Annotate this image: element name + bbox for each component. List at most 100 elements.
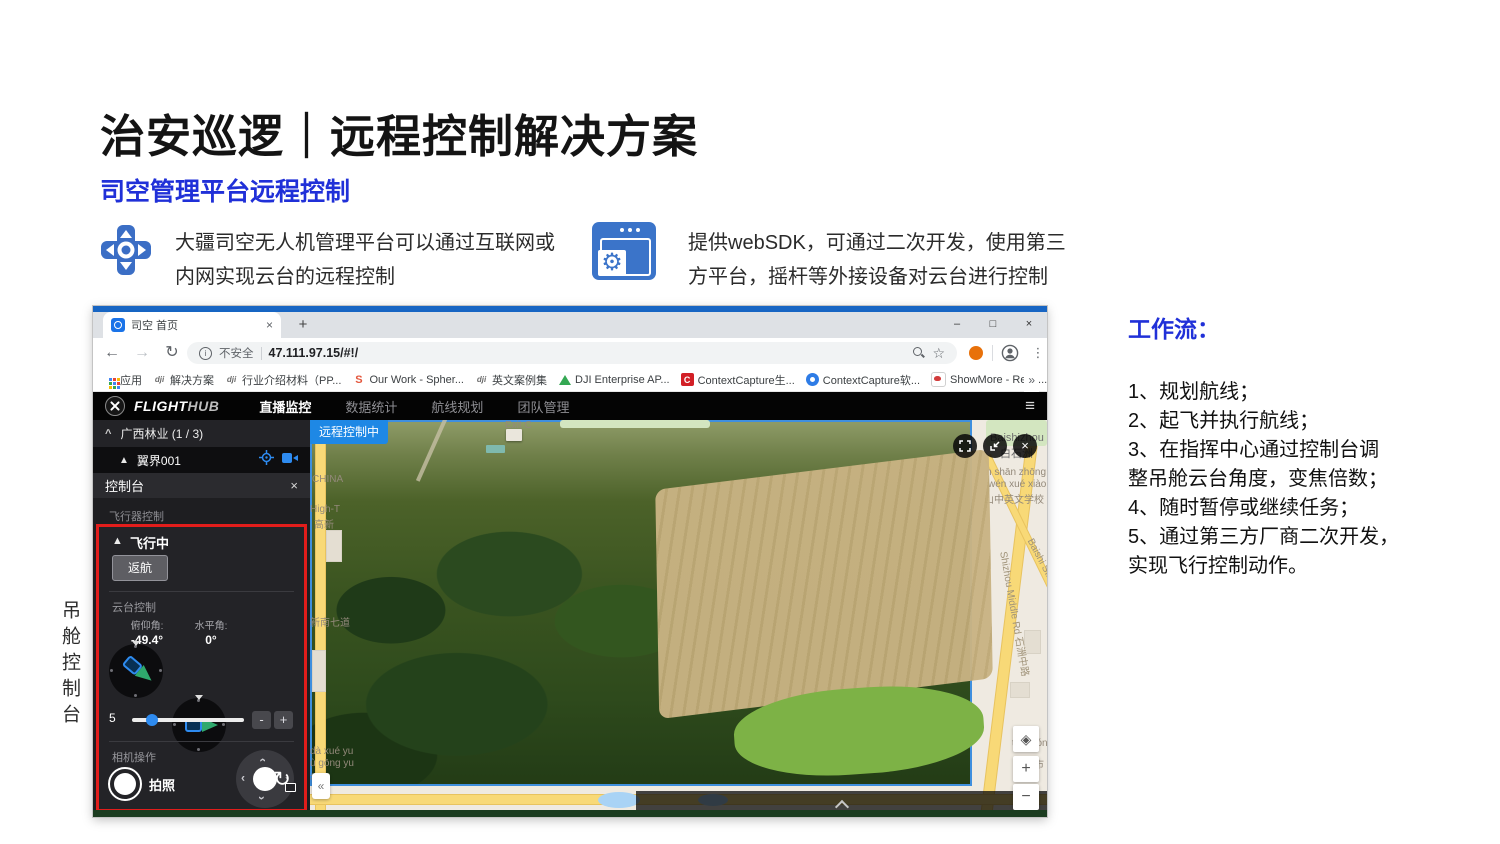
- yaw-dial[interactable]: [172, 698, 226, 752]
- nav-route-planning[interactable]: 航线规划: [431, 397, 483, 416]
- zoom-plus-button[interactable]: +: [274, 711, 293, 729]
- search-icon[interactable]: [913, 347, 925, 359]
- maximize-button[interactable]: □: [975, 312, 1011, 338]
- pitch-angle: 俯仰角: -49.4°: [119, 617, 175, 647]
- console-title: 控制台: [105, 476, 290, 495]
- camera-feed-icon[interactable]: [282, 451, 298, 469]
- workflow-step: 5、通过第三方厂商二次开发，: [1128, 523, 1438, 552]
- flighthub-logo-icon: [105, 396, 125, 416]
- map-label: wén xué xiào: [988, 479, 1046, 490]
- bookmarks-overflow-icon[interactable]: »: [1024, 368, 1039, 392]
- map-zoom-in-button[interactable]: +: [1013, 756, 1039, 782]
- feature2-line2: 方平台，摇杆等外接设备对云台进行控制: [688, 260, 1066, 294]
- return-home-button[interactable]: 返航: [112, 555, 168, 581]
- extension-icon[interactable]: [969, 346, 983, 360]
- map-label: High-T: [310, 504, 340, 515]
- browser-tab[interactable]: 司空 首页 ×: [103, 312, 281, 338]
- nav-live-monitor[interactable]: 直播监控: [259, 397, 311, 416]
- flighthub-navbar: FLIGHTHUB 直播监控 数据统计 航线规划 团队管理: [93, 392, 1047, 420]
- device-group-row[interactable]: ^ 广西林业 (1 / 3): [93, 420, 310, 447]
- live-video-feed[interactable]: 远程控制中 ×: [310, 420, 972, 786]
- device-row[interactable]: ▲ 翼界001: [93, 447, 310, 473]
- tab-strip: 司空 首页 × + – □ ×: [93, 312, 1047, 338]
- drone-pitch-glyph: [122, 654, 156, 686]
- dji-favicon: dji: [153, 373, 166, 386]
- address-bar[interactable]: i 不安全 47.111.97.15/#!/ ☆: [187, 342, 957, 364]
- bookmark-item[interactable]: SOur Work - Spher...: [352, 373, 464, 386]
- zoom-minus-button[interactable]: -: [252, 711, 271, 729]
- back-icon[interactable]: ←: [101, 338, 123, 368]
- security-label: 不安全: [219, 345, 254, 361]
- tab-title: 司空 首页: [131, 317, 262, 333]
- tab-favicon: [111, 318, 125, 332]
- chevron-left-icon[interactable]: ›: [241, 774, 245, 784]
- bookmark-item[interactable]: CContextCapture生...: [681, 372, 795, 388]
- nav-team-management[interactable]: 团队管理: [517, 397, 569, 416]
- app-content: ^ 广西林业 (1 / 3) ▲ 翼界001 控制台 ×: [93, 420, 1047, 817]
- apps-grid-icon: [105, 374, 116, 385]
- map-label: n shān zhōng: [986, 467, 1046, 478]
- new-tab-button[interactable]: +: [291, 312, 315, 338]
- map-layers-button[interactable]: ◈: [1013, 726, 1039, 752]
- locate-icon[interactable]: [259, 450, 274, 470]
- browser-menu-icon[interactable]: ⋮: [1029, 338, 1047, 368]
- device-name: 翼界001: [137, 452, 251, 469]
- console-header: 控制台 ×: [93, 473, 310, 498]
- bookmark-item[interactable]: dji解决方案: [153, 372, 214, 388]
- pitch-dial[interactable]: [109, 644, 163, 698]
- bookmark-star-icon[interactable]: ☆: [932, 345, 945, 362]
- map-label: CHINA: [312, 474, 343, 485]
- map-canvas[interactable]: Exit C hànA2 CHINA High-T 高新 新南七道 dà xué…: [310, 420, 1047, 817]
- workflow-step: 3、在指挥中心通过控制台调: [1128, 436, 1438, 465]
- bookmark-item[interactable]: dji行业介绍材料（PP...: [225, 372, 341, 388]
- shutter-button[interactable]: [108, 767, 142, 801]
- reload-icon[interactable]: ↻: [161, 338, 183, 368]
- drone-icon: ▲: [112, 535, 123, 547]
- close-button[interactable]: ×: [1011, 312, 1047, 338]
- forward-icon[interactable]: →: [131, 338, 153, 368]
- page-title: 治安巡逻｜远程控制解决方案: [100, 100, 698, 165]
- profile-avatar-icon[interactable]: [1001, 344, 1019, 367]
- map-building: [326, 530, 342, 562]
- bookmark-item[interactable]: ContextCapture软...: [806, 372, 920, 388]
- aircraft-section-label: 飞行器控制: [109, 508, 164, 524]
- nav-data-stats[interactable]: 数据统计: [345, 397, 397, 416]
- feature2-line1: 提供webSDK，可通过二次开发，使用第三: [688, 226, 1066, 260]
- gimbal-section-label: 云台控制: [112, 599, 156, 615]
- dji-favicon: dji: [225, 373, 238, 386]
- video-buttons: ×: [953, 434, 972, 458]
- map-park: [560, 420, 710, 428]
- map-label: 高新: [314, 516, 334, 531]
- browser-dots-icon: [620, 228, 640, 232]
- feature1-text: 大疆司空无人机管理平台可以通过互联网或 内网实现云台的远程控制: [175, 226, 555, 294]
- map-zoom-out-button[interactable]: −: [1013, 784, 1039, 810]
- tab-close-icon[interactable]: ×: [266, 318, 273, 332]
- gimbal-console-caption: 吊舱控制台: [56, 600, 83, 730]
- feature1-line2: 内网实现云台的远程控制: [175, 260, 555, 294]
- map-building: [1010, 682, 1030, 698]
- chevron-up-icon[interactable]: ›: [257, 758, 267, 762]
- zoom-slider-thumb[interactable]: [146, 714, 158, 726]
- bookmark-apps[interactable]: 应用: [105, 372, 142, 388]
- minimize-button[interactable]: –: [939, 312, 975, 338]
- slide-canvas: 治安巡逻｜远程控制解决方案 司空管理平台远程控制 大疆司空无人机管理平台可以通过…: [0, 0, 1500, 844]
- url-text[interactable]: 47.111.97.15/#!/: [269, 346, 359, 360]
- map-water: [598, 792, 640, 808]
- toolbar-separator: [992, 345, 993, 361]
- fullscreen-icon[interactable]: [953, 434, 972, 458]
- gear-icon: ⚙: [598, 250, 626, 276]
- camera-switch-icon[interactable]: ↻: [267, 765, 297, 795]
- console-close-icon[interactable]: ×: [290, 478, 298, 493]
- bookmark-item[interactable]: DJI Enterprise AP...: [558, 373, 670, 386]
- sidebar-collapse-button[interactable]: «: [312, 773, 330, 799]
- bookmark-item[interactable]: dji英文案例集: [475, 372, 547, 388]
- browser-toolbar: ← → ↻ i 不安全 47.111.97.15/#!/ ☆: [93, 338, 1047, 368]
- chevron-down-icon[interactable]: ›: [257, 796, 267, 800]
- video-shed: [486, 445, 505, 453]
- info-icon[interactable]: i: [199, 347, 212, 360]
- feature1-line1: 大疆司空无人机管理平台可以通过互联网或: [175, 226, 555, 260]
- map-label: 新南七道: [310, 614, 350, 629]
- hamburger-menu-icon[interactable]: ≡: [1025, 393, 1035, 419]
- feature2-text: 提供webSDK，可通过二次开发，使用第三 方平台，摇杆等外接设备对云台进行控制: [688, 226, 1066, 294]
- workflow-panel: 工作流： 1、规划航线； 2、起飞并执行航线； 3、在指挥中心通过控制台调 整吊…: [1128, 310, 1438, 581]
